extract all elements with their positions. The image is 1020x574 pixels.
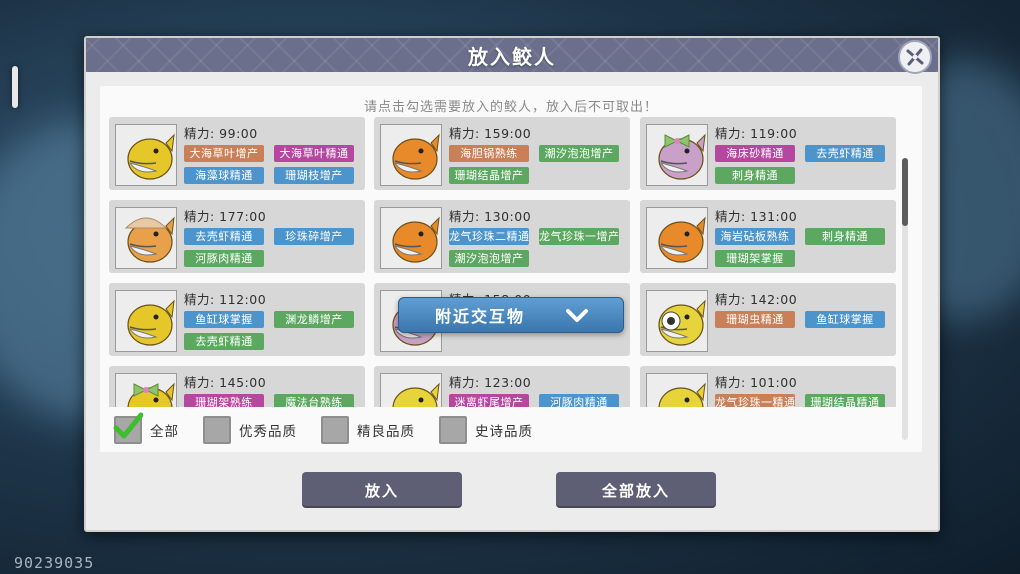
skill-tag: 龙气珍珠二精通 bbox=[449, 228, 529, 245]
checkbox[interactable] bbox=[203, 416, 231, 444]
merfolk-portrait bbox=[115, 373, 177, 407]
merfolk-card[interactable]: 精力: 99:00 大海草叶增产 大海草叶精通 海藻球精通 珊瑚枝增产 bbox=[109, 117, 365, 190]
energy-value: 精力: 130:00 bbox=[449, 209, 532, 224]
merfolk-portrait bbox=[115, 124, 177, 186]
skill-tag: 珊瑚架掌握 bbox=[715, 250, 795, 267]
skill-tag: 珍珠碎增产 bbox=[274, 228, 354, 245]
skill-tag: 去壳虾精通 bbox=[184, 228, 264, 245]
merfolk-portrait bbox=[646, 124, 708, 186]
skill-tag: 潮汐泡泡增产 bbox=[449, 250, 529, 267]
filter-label: 史诗品质 bbox=[475, 424, 533, 440]
energy-value: 精力: 159:00 bbox=[449, 126, 532, 141]
skill-tag: 去壳虾精通 bbox=[184, 333, 264, 350]
merfolk-portrait bbox=[115, 290, 177, 352]
merfolk-card[interactable]: 精力: 101:00 龙气珍珠一精通 珊瑚结晶精通 bbox=[640, 366, 896, 407]
skill-tag: 龙气珍珠一精通 bbox=[715, 394, 795, 407]
energy-value: 精力: 177:00 bbox=[184, 209, 267, 224]
skill-tag: 河豚肉精通 bbox=[184, 250, 264, 267]
put-all-button[interactable]: 全部放入 bbox=[556, 472, 716, 508]
instruction-hint: 请点击勾选需要放入的鲛人，放入后不可取出！ bbox=[363, 100, 658, 115]
merfolk-portrait bbox=[646, 373, 708, 407]
close-icon bbox=[906, 48, 924, 66]
dialog-title-bar: 放入鲛人 bbox=[86, 38, 938, 74]
nearby-label: 附近交互物 bbox=[435, 307, 526, 326]
skill-tag: 河豚肉精通 bbox=[539, 394, 619, 407]
filter-label: 优秀品质 bbox=[239, 424, 297, 440]
filter-all[interactable]: 全部 bbox=[113, 412, 179, 444]
skill-tag: 海藻球精通 bbox=[184, 167, 264, 184]
energy-value: 精力: 131:00 bbox=[715, 209, 798, 224]
skill-tag: 珊瑚枝增产 bbox=[274, 167, 354, 184]
merfolk-portrait bbox=[646, 207, 708, 269]
merfolk-card[interactable]: 精力: 112:00 鱼缸球掌握 渊龙鳞增产 去壳虾精通 bbox=[109, 283, 365, 356]
scroll-thumb[interactable] bbox=[902, 158, 908, 226]
checkmark-icon bbox=[113, 412, 143, 439]
energy-value: 精力: 142:00 bbox=[715, 292, 798, 307]
merfolk-card[interactable]: 精力: 130:00 龙气珍珠二精通 龙气珍珠一增产 潮汐泡泡增产 bbox=[374, 200, 630, 273]
skill-tag: 鱼缸球掌握 bbox=[184, 311, 264, 328]
filter-fine-quality[interactable]: 精良品质 bbox=[321, 416, 415, 444]
skill-tag: 鱼缸球掌握 bbox=[805, 311, 885, 328]
put-in-merfolk-dialog: 放入鲛人 请点击勾选需要放入的鲛人，放入后不可取出！ 精力: 99:00 大海草叶… bbox=[84, 36, 940, 532]
skill-tag: 海床砂精通 bbox=[715, 145, 795, 162]
skill-tag: 海胆锅熟练 bbox=[449, 145, 529, 162]
checkbox[interactable] bbox=[113, 412, 143, 444]
merfolk-card[interactable]: 精力: 123:00 迷离虾尾增产 河豚肉精通 bbox=[374, 366, 630, 407]
skill-tag: 大海草叶增产 bbox=[184, 145, 264, 162]
merfolk-card[interactable]: 精力: 145:00 珊瑚架熟练 魔法台熟练 bbox=[109, 366, 365, 407]
skill-tag: 龙气珍珠一增产 bbox=[539, 228, 619, 245]
energy-value: 精力: 119:00 bbox=[715, 126, 798, 141]
energy-value: 精力: 99:00 bbox=[184, 126, 258, 141]
energy-value: 精力: 101:00 bbox=[715, 375, 798, 390]
skill-tag: 大海草叶精通 bbox=[274, 145, 354, 162]
skill-tag: 迷离虾尾增产 bbox=[449, 394, 529, 407]
skill-tag: 刺身精通 bbox=[805, 228, 885, 245]
energy-value: 精力: 145:00 bbox=[184, 375, 267, 390]
dialog-title: 放入鲛人 bbox=[468, 44, 556, 69]
grid-scrollbar[interactable] bbox=[902, 158, 908, 440]
nearby-interactables-button[interactable]: 附近交互物 bbox=[398, 297, 624, 333]
energy-value: 精力: 123:00 bbox=[449, 375, 532, 390]
skill-tag: 珊瑚结晶精通 bbox=[805, 394, 885, 407]
filter-label: 全部 bbox=[150, 424, 179, 440]
close-button[interactable] bbox=[898, 40, 932, 74]
skill-tag: 刺身精通 bbox=[715, 167, 795, 184]
player-id: 90239035 bbox=[14, 554, 95, 572]
filter-epic-quality[interactable]: 史诗品质 bbox=[439, 416, 533, 444]
merfolk-portrait bbox=[380, 373, 442, 407]
skill-tag: 渊龙鳞增产 bbox=[274, 311, 354, 328]
skill-tag: 魔法台熟练 bbox=[274, 394, 354, 407]
chevron-down-icon bbox=[566, 309, 588, 322]
merfolk-portrait bbox=[646, 290, 708, 352]
filter-label: 精良品质 bbox=[357, 424, 415, 440]
skill-tag: 珊瑚结晶增产 bbox=[449, 167, 529, 184]
energy-value: 精力: 112:00 bbox=[184, 292, 267, 307]
filter-excellent-quality[interactable]: 优秀品质 bbox=[203, 416, 297, 444]
merfolk-card[interactable]: 精力: 142:00 珊瑚虫精通 鱼缸球掌握 bbox=[640, 283, 896, 356]
skill-tag: 潮汐泡泡增产 bbox=[539, 145, 619, 162]
merfolk-portrait bbox=[380, 124, 442, 186]
skill-tag: 珊瑚虫精通 bbox=[715, 311, 795, 328]
skill-tag: 去壳虾精通 bbox=[805, 145, 885, 162]
skill-tag: 海岩砧板熟练 bbox=[715, 228, 795, 245]
checkbox[interactable] bbox=[439, 416, 467, 444]
checkbox[interactable] bbox=[321, 416, 349, 444]
merfolk-portrait bbox=[115, 207, 177, 269]
selection-panel: 请点击勾选需要放入的鲛人，放入后不可取出！ 精力: 99:00 大海草叶增产 大海草… bbox=[100, 86, 922, 452]
merfolk-card[interactable]: 精力: 159:00 海胆锅熟练 潮汐泡泡增产 珊瑚结晶增产 bbox=[374, 117, 630, 190]
merfolk-card[interactable]: 精力: 177:00 去壳虾精通 珍珠碎增产 河豚肉精通 bbox=[109, 200, 365, 273]
skill-tag: 珊瑚架熟练 bbox=[184, 394, 264, 407]
put-in-button[interactable]: 放入 bbox=[302, 472, 462, 508]
merfolk-card[interactable]: 精力: 119:00 海床砂精通 去壳虾精通 刺身精通 bbox=[640, 117, 896, 190]
merfolk-portrait bbox=[380, 207, 442, 269]
side-drawer-handle[interactable] bbox=[12, 66, 18, 108]
quality-filters: 全部 优秀品质 精良品质 史诗品质 bbox=[113, 412, 557, 444]
merfolk-grid[interactable]: 精力: 99:00 大海草叶增产 大海草叶精通 海藻球精通 珊瑚枝增产 精力: 159:0… bbox=[109, 117, 904, 407]
merfolk-card[interactable]: 精力: 131:00 海岩砧板熟练 刺身精通 珊瑚架掌握 bbox=[640, 200, 896, 273]
